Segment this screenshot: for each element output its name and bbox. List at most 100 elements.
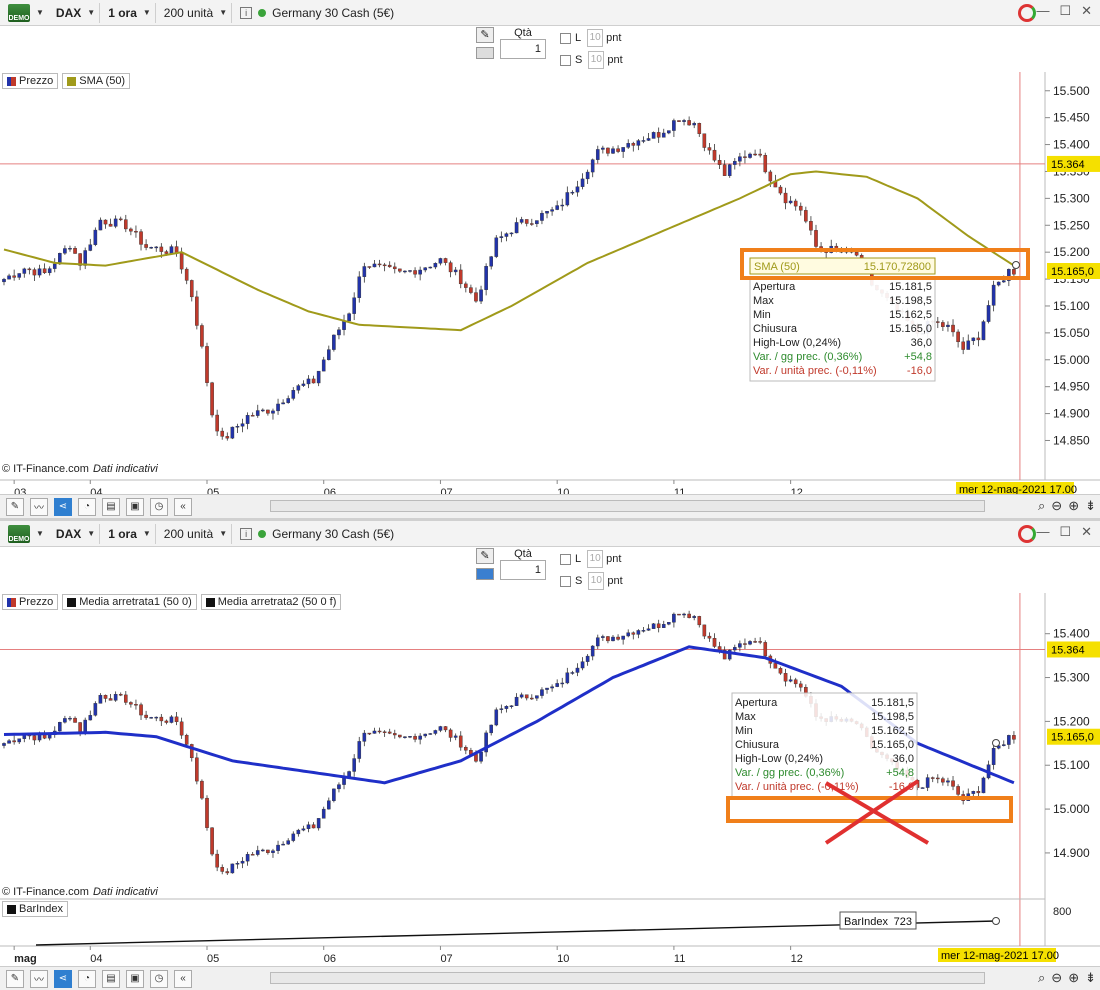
- wrench-icon[interactable]: ✎: [476, 548, 494, 564]
- y-tick-label: 15.050: [1053, 326, 1090, 340]
- maximize-icon[interactable]: ☐: [1059, 524, 1071, 540]
- window-icon[interactable]: ▣: [126, 969, 144, 988]
- candle-body: [494, 709, 499, 726]
- indicators-icon[interactable]: 〰: [30, 497, 48, 516]
- minimize-icon[interactable]: —: [1036, 3, 1049, 19]
- wrench-icon[interactable]: ✎: [476, 27, 494, 43]
- stop-points-input[interactable]: 10: [588, 51, 605, 69]
- candle-body: [783, 192, 788, 204]
- top-credit: © IT-Finance.com Dati indicativi: [2, 463, 158, 475]
- candle-body: [169, 716, 174, 723]
- zoom-out-icon[interactable]: ⊖: [1051, 970, 1062, 986]
- candle-body: [195, 296, 199, 326]
- clock-icon[interactable]: ◷: [150, 497, 168, 516]
- barindex-tooltip: BarIndex 723: [839, 911, 917, 930]
- y-tick-label: 14.900: [1053, 846, 1090, 860]
- clock-icon[interactable]: ◷: [150, 969, 168, 988]
- keyboard-icon[interactable]: [476, 568, 494, 580]
- scroll-left-icon[interactable]: «: [174, 969, 192, 988]
- top-chart-tools: ✎ 〰 ⋖ ◔ ▤ ▣ ◷ « ⌕ ⊖ ⊕ ⇟: [0, 494, 1100, 518]
- symbol-selector[interactable]: DAX ▼: [52, 523, 101, 544]
- limit-checkbox[interactable]: [560, 553, 571, 565]
- info-icon[interactable]: i: [240, 527, 253, 540]
- zoom-fit-icon[interactable]: ⌕: [1038, 498, 1045, 514]
- bottom-price-chart[interactable]: 15.400 15.300 15.200 15.100 15.000 14.900 mag 0…: [0, 593, 1100, 968]
- zoom-in-icon[interactable]: ⊕: [1068, 970, 1079, 986]
- minimize-icon[interactable]: —: [1036, 524, 1049, 540]
- candle-body: [286, 840, 291, 845]
- candle-body: [748, 153, 752, 158]
- alert-icon[interactable]: ◔: [78, 497, 96, 516]
- bars-selector[interactable]: 200 unità ▼: [160, 523, 233, 544]
- limit-points-input[interactable]: 10: [587, 550, 604, 568]
- candle-body: [499, 236, 504, 239]
- symbol-selector[interactable]: DAX ▼: [52, 2, 101, 23]
- zoom-fit-icon[interactable]: ⌕: [1038, 970, 1045, 986]
- candle-body: [382, 731, 387, 733]
- candle-body: [179, 721, 184, 736]
- scroll-end-icon[interactable]: ⇟: [1085, 498, 1096, 514]
- zoom-out-icon[interactable]: ⊖: [1051, 498, 1062, 514]
- legend-barindex[interactable]: BarIndex: [2, 901, 69, 917]
- timeframe-selector[interactable]: 1 ora ▼: [104, 2, 156, 23]
- draw-tools-icon[interactable]: ✎: [6, 969, 24, 988]
- chevron-down-icon: ▼: [219, 8, 228, 17]
- candle-body: [398, 268, 402, 272]
- instrument-info[interactable]: i Germany 30 Cash (5€): [236, 524, 398, 544]
- qty-input[interactable]: 1: [500, 39, 546, 59]
- candle-body: [535, 220, 539, 225]
- scroll-end-icon[interactable]: ⇟: [1085, 970, 1096, 986]
- candle-body: [464, 283, 468, 288]
- y-tick-label: 15.100: [1053, 299, 1090, 313]
- limit-points-input[interactable]: 10: [587, 29, 604, 47]
- candle-body: [32, 269, 37, 276]
- alert-icon[interactable]: ◔: [78, 969, 96, 988]
- scroll-left-icon[interactable]: «: [174, 497, 192, 516]
- qty-label: Qtà: [514, 27, 532, 39]
- limit-checkbox[interactable]: [560, 32, 571, 44]
- candle-body: [981, 321, 986, 341]
- close-icon[interactable]: ✕: [1081, 3, 1092, 19]
- info-icon[interactable]: i: [240, 6, 253, 19]
- share-icon[interactable]: ⋖: [54, 969, 72, 988]
- close-icon[interactable]: ✕: [1081, 524, 1092, 540]
- refresh-icon[interactable]: [1018, 4, 1036, 22]
- candle-body: [464, 746, 468, 751]
- bottom-scrollbar[interactable]: [270, 972, 985, 984]
- instrument-info[interactable]: i Germany 30 Cash (5€): [236, 3, 398, 23]
- stop-points-input[interactable]: 10: [588, 572, 605, 590]
- share-icon[interactable]: ⋖: [54, 497, 72, 516]
- candle-body: [98, 694, 103, 704]
- ohlc-info-value: -16,0: [907, 365, 932, 377]
- refresh-icon[interactable]: [1018, 525, 1036, 543]
- stop-checkbox[interactable]: [560, 575, 571, 587]
- maximize-icon[interactable]: ☐: [1059, 3, 1071, 19]
- candle-body: [514, 696, 519, 706]
- window-icon[interactable]: ▣: [126, 497, 144, 516]
- candle-body: [469, 287, 473, 293]
- top-scrollbar[interactable]: [270, 500, 985, 512]
- zoom-in-icon[interactable]: ⊕: [1068, 498, 1079, 514]
- candle-body: [42, 734, 47, 739]
- timeframe-selector[interactable]: 1 ora ▼: [104, 523, 156, 544]
- draw-tools-icon[interactable]: ✎: [6, 497, 24, 516]
- top-price-chart[interactable]: 15.50015.45015.40015.35015.30015.25015.2…: [0, 72, 1100, 495]
- orders-icon[interactable]: ▤: [102, 497, 120, 516]
- candle-body: [656, 132, 661, 138]
- orders-icon[interactable]: ▤: [102, 969, 120, 988]
- candle-body: [930, 777, 935, 779]
- timeframe-label: 1 ora: [108, 526, 137, 541]
- candle-body: [159, 716, 164, 722]
- indicators-icon[interactable]: 〰: [30, 969, 48, 988]
- chevron-down-icon[interactable]: ▼: [36, 8, 44, 17]
- bottom-chart-tools: ✎ 〰 ⋖ ◔ ▤ ▣ ◷ « ⌕ ⊖ ⊕ ⇟: [0, 966, 1100, 990]
- candle-body: [763, 642, 768, 657]
- qty-input[interactable]: 1: [500, 560, 546, 580]
- candle-body: [443, 258, 448, 263]
- chevron-down-icon[interactable]: ▼: [36, 529, 44, 538]
- keyboard-icon[interactable]: [476, 47, 494, 59]
- candle-body: [560, 204, 565, 207]
- y-tick-label: 15.000: [1053, 802, 1090, 816]
- bars-selector[interactable]: 200 unità ▼: [160, 2, 233, 23]
- stop-checkbox[interactable]: [560, 54, 571, 66]
